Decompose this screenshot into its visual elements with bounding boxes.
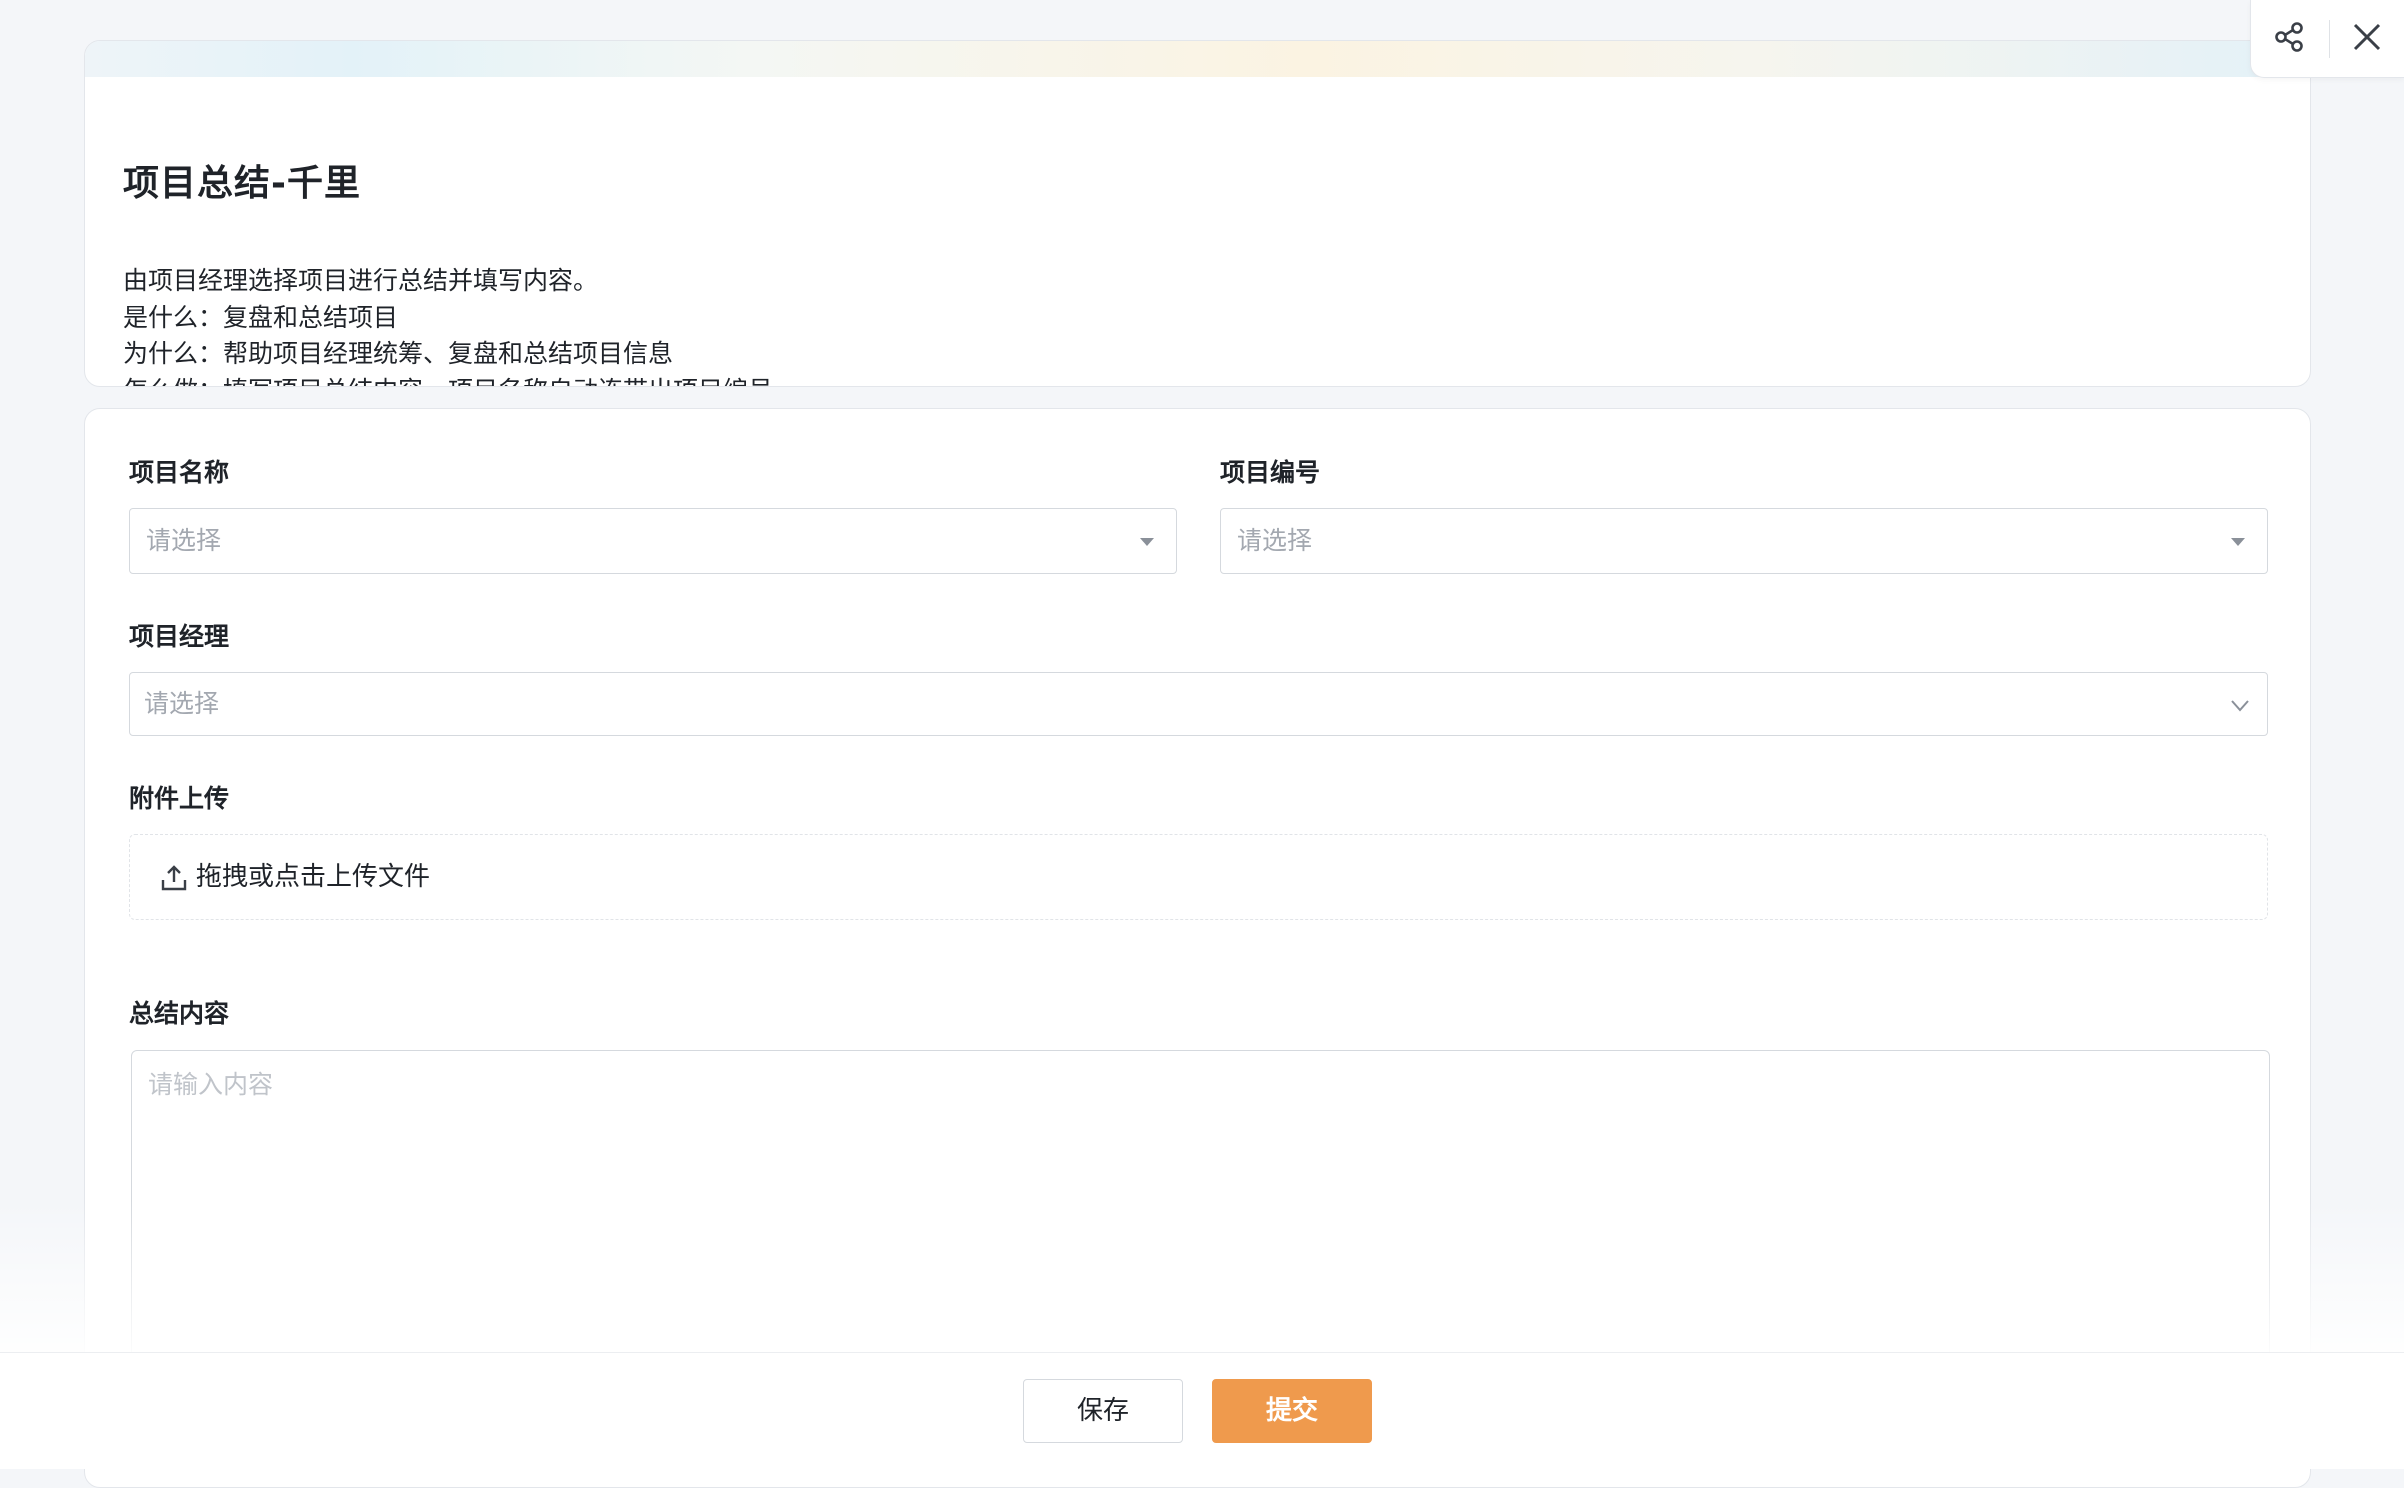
- project-manager-select[interactable]: 请选择: [129, 672, 2268, 736]
- project-name-select[interactable]: 请选择: [129, 508, 1177, 574]
- caret-down-icon: [2231, 538, 2245, 546]
- project-manager-label: 项目经理: [129, 622, 230, 651]
- upload-dropzone[interactable]: 拖拽或点击上传文件: [129, 834, 2268, 920]
- summary-textarea[interactable]: 请输入内容: [131, 1050, 2270, 1370]
- project-code-placeholder: 请选择: [1237, 526, 1313, 555]
- attachment-label: 附件上传: [129, 784, 230, 813]
- page-title: 项目总结-千里: [123, 163, 361, 204]
- submit-button[interactable]: 提交: [1212, 1379, 1372, 1443]
- project-name-placeholder: 请选择: [146, 526, 222, 555]
- close-button[interactable]: [2347, 17, 2387, 57]
- summary-label: 总结内容: [129, 999, 230, 1028]
- form-header-card: 项目总结-千里 由项目经理选择项目进行总结并填写内容。 是什么：复盘和总结项目 …: [84, 40, 2311, 387]
- project-name-label: 项目名称: [129, 458, 230, 487]
- description-line: 由项目经理选择项目进行总结并填写内容。: [123, 266, 599, 295]
- project-code-label: 项目编号: [1220, 458, 1321, 487]
- close-icon: [2353, 23, 2381, 51]
- header-gradient-band: [85, 41, 2310, 77]
- caret-down-icon: [1140, 538, 1154, 546]
- share-button[interactable]: [2270, 17, 2310, 57]
- footer-bar: 保存 提交: [0, 1352, 2404, 1469]
- form-description: 由项目经理选择项目进行总结并填写内容。 是什么：复盘和总结项目 为什么：帮助项目…: [123, 263, 773, 387]
- upload-text: 拖拽或点击上传文件: [196, 862, 431, 892]
- form-card: 项目名称 请选择 项目编号 请选择 项目经理 请选择 附件上传 拖拽或点击上传文…: [84, 408, 2311, 1488]
- upload-icon: [161, 865, 187, 891]
- summary-placeholder: 请输入内容: [148, 1070, 274, 1099]
- description-line: 为什么：帮助项目经理统筹、复盘和总结项目信息: [123, 339, 674, 368]
- toolbar-divider: [2329, 20, 2330, 58]
- save-button[interactable]: 保存: [1023, 1379, 1183, 1443]
- chevron-down-icon: [2231, 700, 2249, 712]
- top-right-toolbar: [2250, 0, 2404, 78]
- project-code-select[interactable]: 请选择: [1220, 508, 2268, 574]
- description-line: 是什么：复盘和总结项目: [123, 302, 399, 332]
- project-manager-placeholder: 请选择: [144, 689, 220, 718]
- description-line: 怎么做：填写项目总结内容，项目名称自动连带出项目编号: [123, 373, 773, 387]
- share-icon: [2275, 22, 2303, 52]
